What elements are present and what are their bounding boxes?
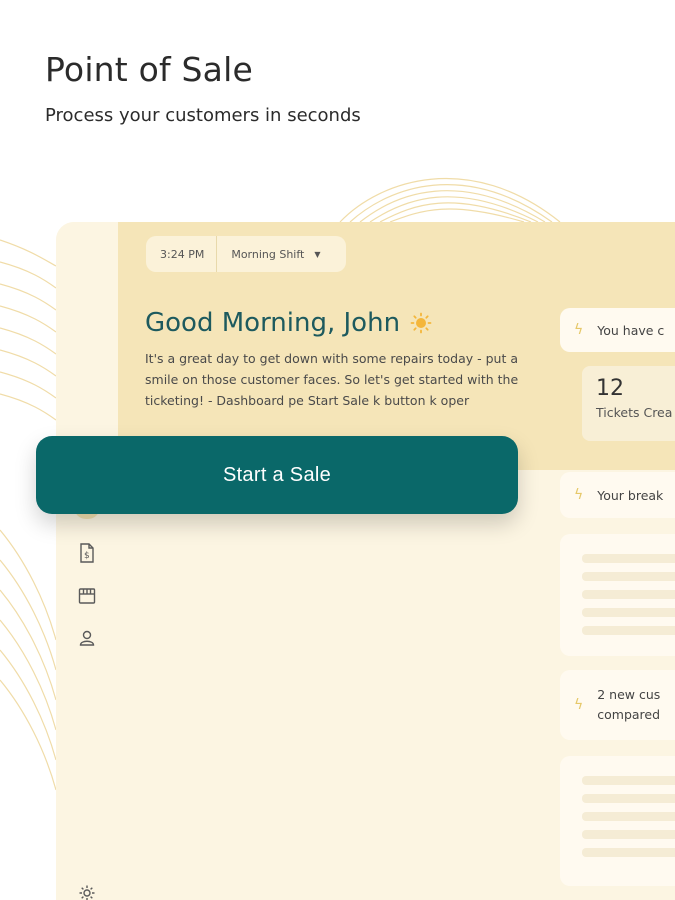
notice-text-line1: 2 new cus xyxy=(597,687,661,702)
svg-text:$: $ xyxy=(84,551,90,561)
skeleton-line xyxy=(582,848,675,857)
start-sale-button[interactable]: Start a Sale xyxy=(36,436,518,514)
sun-icon xyxy=(410,312,432,334)
stat-value: 12 xyxy=(596,376,624,401)
stat-tile[interactable]: 12 Tickets Crea xyxy=(582,366,675,441)
invoice-dollar-icon[interactable]: $ xyxy=(76,542,98,564)
notice-card-customers[interactable]: ϟ 2 new cus compared xyxy=(560,670,675,740)
skeleton-line xyxy=(582,794,675,803)
skeleton-line xyxy=(582,554,675,563)
stat-label: Tickets Crea xyxy=(596,405,673,420)
placeholder-card xyxy=(560,534,675,656)
notice-text: Your break xyxy=(597,487,664,503)
sidebar: $ xyxy=(56,222,118,900)
stat-card-wrapper: 12 Tickets Crea xyxy=(560,308,675,458)
shift-label: Morning Shift xyxy=(231,247,305,261)
greeting: Good Morning, John xyxy=(145,308,432,338)
skeleton-line xyxy=(582,590,675,599)
current-time: 3:24 PM xyxy=(146,236,218,272)
hero-title: Point of Sale xyxy=(45,50,253,89)
skeleton-line xyxy=(582,812,675,821)
shift-selector[interactable]: 3:24 PM Morning Shift ▼ xyxy=(146,236,346,272)
notice-card-break[interactable]: ϟ Your break xyxy=(560,472,675,518)
app-window: $ 3:24 PM Morning Shift ▼ Good Morning, … xyxy=(56,222,675,900)
skeleton-line xyxy=(582,608,675,617)
skeleton-line xyxy=(582,776,675,785)
greeting-message: It's a great day to get down with some r… xyxy=(145,351,519,408)
store-icon[interactable] xyxy=(76,585,98,607)
skeleton-line xyxy=(582,626,675,635)
gear-icon[interactable] xyxy=(76,882,98,900)
notice-text-line2: compared xyxy=(597,707,661,722)
caret-down-icon: ▼ xyxy=(314,249,321,259)
greeting-title: Good Morning, John xyxy=(145,308,401,338)
user-icon[interactable] xyxy=(76,627,98,649)
hero-subtitle: Process your customers in seconds xyxy=(45,105,361,126)
skeleton-line xyxy=(582,830,675,839)
placeholder-card xyxy=(560,756,675,886)
skeleton-line xyxy=(582,572,675,581)
lightning-icon: ϟ xyxy=(574,487,584,503)
lightning-icon: ϟ xyxy=(574,697,584,713)
